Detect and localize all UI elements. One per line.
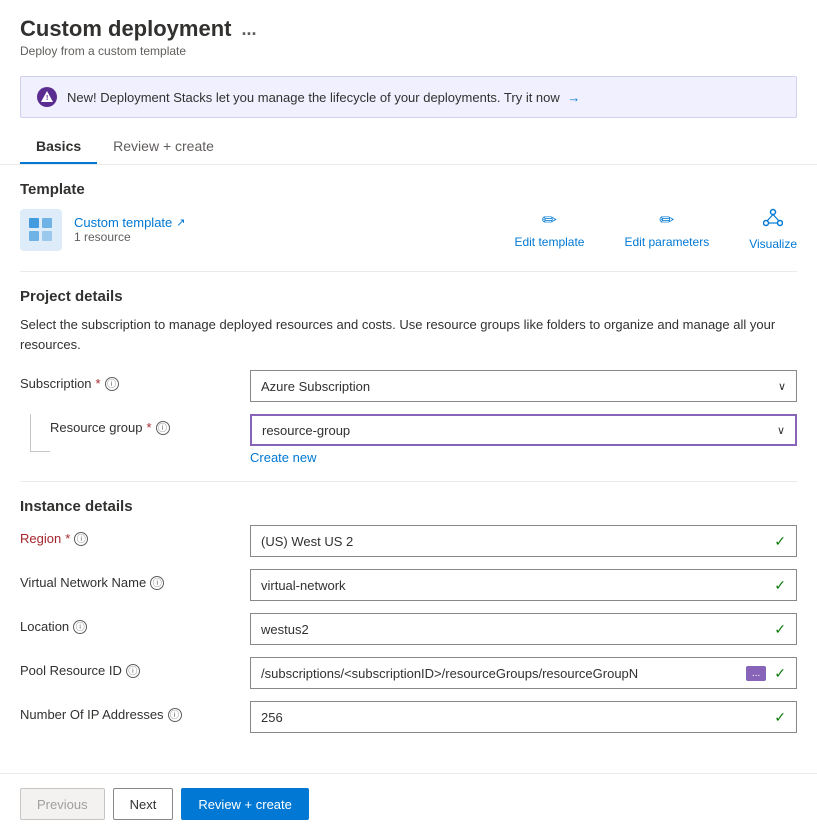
- external-link-icon: ↗: [176, 216, 185, 229]
- template-name-link[interactable]: Custom template ↗: [74, 215, 185, 230]
- banner-link[interactable]: →: [567, 90, 580, 105]
- vnet-name-row: Virtual Network Name ⓘ virtual-network ✓: [20, 569, 797, 601]
- pool-resource-id-value-box[interactable]: /subscriptions/<subscriptionID>/resource…: [250, 657, 797, 689]
- region-value-box[interactable]: (US) West US 2 ✓: [250, 525, 797, 557]
- template-icon: [20, 209, 62, 251]
- subscription-info-icon[interactable]: ⓘ: [105, 377, 119, 391]
- subscription-label: Subscription * ⓘ: [20, 370, 240, 391]
- main-content: Template Custom template ↗ 1 resource: [0, 165, 817, 761]
- ip-addresses-info-icon[interactable]: ⓘ: [168, 708, 182, 722]
- subscription-input-col: Azure Subscription ∨: [250, 370, 797, 402]
- project-details-title: Project details: [20, 288, 797, 305]
- vnet-name-check-icon: ✓: [774, 577, 786, 594]
- location-info-icon[interactable]: ⓘ: [73, 620, 87, 634]
- page-header: Custom deployment ... Deploy from a cust…: [0, 0, 817, 66]
- resource-group-info-icon[interactable]: ⓘ: [156, 421, 170, 435]
- region-label: Region * ⓘ: [20, 525, 240, 546]
- pool-resource-id-ellipsis-btn[interactable]: ...: [746, 666, 766, 681]
- edit-parameters-icon: ✏: [659, 210, 674, 231]
- divider-1: [20, 271, 797, 272]
- tab-basics[interactable]: Basics: [20, 130, 97, 164]
- region-info-icon[interactable]: ⓘ: [74, 532, 88, 546]
- divider-2: [20, 481, 797, 482]
- vnet-name-label: Virtual Network Name ⓘ: [20, 569, 240, 590]
- svg-text:!: !: [46, 95, 48, 102]
- location-value-box[interactable]: westus2 ✓: [250, 613, 797, 645]
- edit-parameters-button[interactable]: ✏ Edit parameters: [624, 210, 709, 249]
- project-details-section: Project details Select the subscription …: [20, 288, 797, 465]
- template-card: Custom template ↗ 1 resource ✏ Edit temp…: [20, 208, 797, 251]
- resource-group-chevron-icon: ∨: [777, 424, 785, 437]
- banner-text: New! Deployment Stacks let you manage th…: [67, 90, 580, 105]
- template-actions: ✏ Edit template ✏ Edit parameters: [514, 208, 797, 251]
- edit-template-button[interactable]: ✏ Edit template: [514, 210, 584, 249]
- header-ellipsis[interactable]: ...: [241, 19, 256, 40]
- previous-button[interactable]: Previous: [20, 788, 105, 820]
- footer: Previous Next Review + create: [0, 773, 817, 834]
- vnet-name-info-icon[interactable]: ⓘ: [150, 576, 164, 590]
- ip-addresses-row: Number Of IP Addresses ⓘ 256 ✓: [20, 701, 797, 733]
- tab-review-create[interactable]: Review + create: [97, 130, 230, 164]
- deployment-stacks-banner: ! New! Deployment Stacks let you manage …: [20, 76, 797, 118]
- ip-addresses-check-icon: ✓: [774, 709, 786, 726]
- subscription-chevron-icon: ∨: [778, 380, 786, 393]
- visualize-icon: [763, 208, 783, 233]
- instance-details-section: Instance details Region * ⓘ (US) West US…: [20, 498, 797, 733]
- ip-addresses-label: Number Of IP Addresses ⓘ: [20, 701, 240, 722]
- banner-icon: !: [37, 87, 57, 107]
- subscription-required-star: *: [96, 376, 101, 391]
- page-subtitle: Deploy from a custom template: [20, 44, 797, 58]
- next-button[interactable]: Next: [113, 788, 174, 820]
- location-check-icon: ✓: [774, 621, 786, 638]
- template-section-title: Template: [20, 181, 797, 198]
- region-check-icon: ✓: [774, 533, 786, 550]
- location-row: Location ⓘ westus2 ✓: [20, 613, 797, 645]
- ip-addresses-value-box[interactable]: 256 ✓: [250, 701, 797, 733]
- resource-group-input-col: resource-group ∨ Create new: [250, 414, 797, 465]
- edit-template-icon: ✏: [542, 210, 557, 231]
- review-create-button[interactable]: Review + create: [181, 788, 309, 820]
- vnet-name-value-box[interactable]: virtual-network ✓: [250, 569, 797, 601]
- pool-resource-id-label: Pool Resource ID ⓘ: [20, 657, 240, 678]
- visualize-button[interactable]: Visualize: [749, 208, 797, 251]
- create-new-link[interactable]: Create new: [250, 450, 316, 465]
- region-row: Region * ⓘ (US) West US 2 ✓: [20, 525, 797, 557]
- pool-resource-id-row: Pool Resource ID ⓘ /subscriptions/<subsc…: [20, 657, 797, 689]
- template-resources: 1 resource: [74, 230, 185, 244]
- location-label: Location ⓘ: [20, 613, 240, 634]
- project-description: Select the subscription to manage deploy…: [20, 315, 797, 354]
- template-info: Custom template ↗ 1 resource: [74, 215, 185, 244]
- template-section: Template Custom template ↗ 1 resource: [20, 181, 797, 251]
- subscription-dropdown[interactable]: Azure Subscription ∨: [250, 370, 797, 402]
- resource-group-dropdown[interactable]: resource-group ∨: [250, 414, 797, 446]
- resource-group-label: Resource group: [50, 420, 143, 435]
- page-title-text: Custom deployment: [20, 16, 231, 42]
- resource-group-required: *: [147, 420, 152, 435]
- pool-resource-id-info-icon[interactable]: ⓘ: [126, 664, 140, 678]
- instance-details-title: Instance details: [20, 498, 797, 515]
- subscription-row: Subscription * ⓘ Azure Subscription ∨: [20, 370, 797, 402]
- tab-bar: Basics Review + create: [0, 130, 817, 165]
- pool-resource-id-check-icon: ✓: [774, 665, 786, 682]
